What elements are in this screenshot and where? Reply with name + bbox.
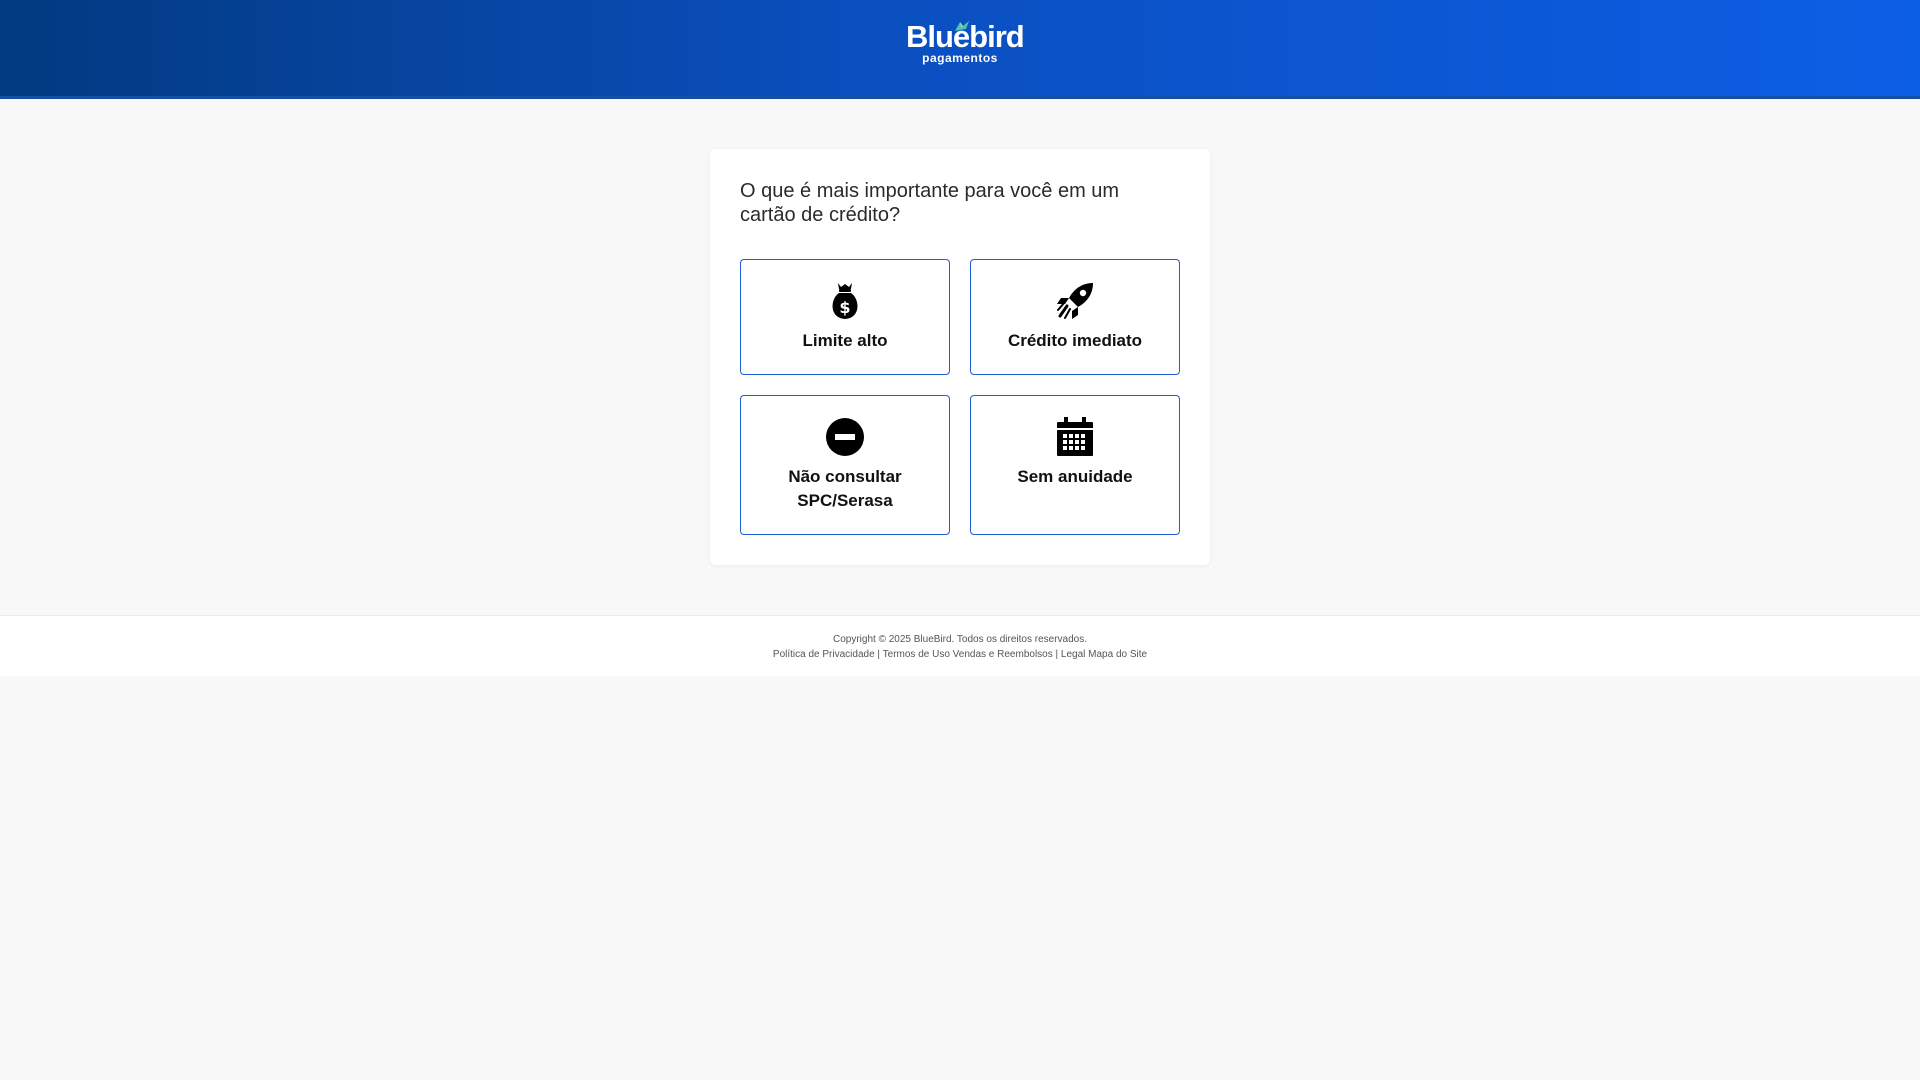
footer-separator: |	[1055, 649, 1059, 660]
question-title: O que é mais importante para você em um …	[740, 180, 1120, 226]
footer-links: Política de Privacidade | Termos de Uso …	[0, 647, 1920, 662]
calendar-icon	[1057, 417, 1093, 456]
page-footer: Copyright © 2025 BlueBird. Todos os dire…	[0, 615, 1920, 676]
sitemap-link[interactable]: Legal Mapa do Site	[1061, 649, 1147, 660]
option-sem-anuidade[interactable]: Sem anuidade	[970, 395, 1180, 535]
minus-circle-icon	[826, 418, 864, 456]
option-limite-alto[interactable]: $ Limite alto	[740, 259, 950, 375]
option-label: Crédito imediato	[1007, 331, 1143, 350]
top-header: Bluebird pagamentos	[0, 0, 1920, 99]
privacy-policy-link[interactable]: Política de Privacidade	[773, 649, 875, 660]
logo-subtitle: pagamentos	[922, 51, 998, 65]
option-label: Sem anuidade	[1017, 467, 1133, 486]
svg-text:$: $	[839, 298, 850, 317]
option-credito-imediato[interactable]: Crédito imediato	[970, 259, 1180, 375]
option-label: Não consultar SPC/Serasa	[788, 467, 902, 510]
rocket-icon	[1057, 283, 1093, 319]
option-label: Limite alto	[802, 331, 888, 350]
question-card: O que é mais importante para você em um …	[710, 149, 1210, 565]
copyright-text: Copyright © 2025 BlueBird. Todos os dire…	[833, 634, 1087, 645]
money-bag-icon: $	[832, 283, 858, 319]
terms-link[interactable]: Termos de Uso Vendas e Reembolsos	[883, 649, 1053, 660]
option-nao-consultar-spc[interactable]: Não consultar SPC/Serasa	[740, 395, 950, 535]
bird-icon	[955, 21, 969, 31]
footer-separator: |	[877, 649, 881, 660]
bluebird-logo[interactable]: Bluebird pagamentos	[906, 20, 1025, 72]
